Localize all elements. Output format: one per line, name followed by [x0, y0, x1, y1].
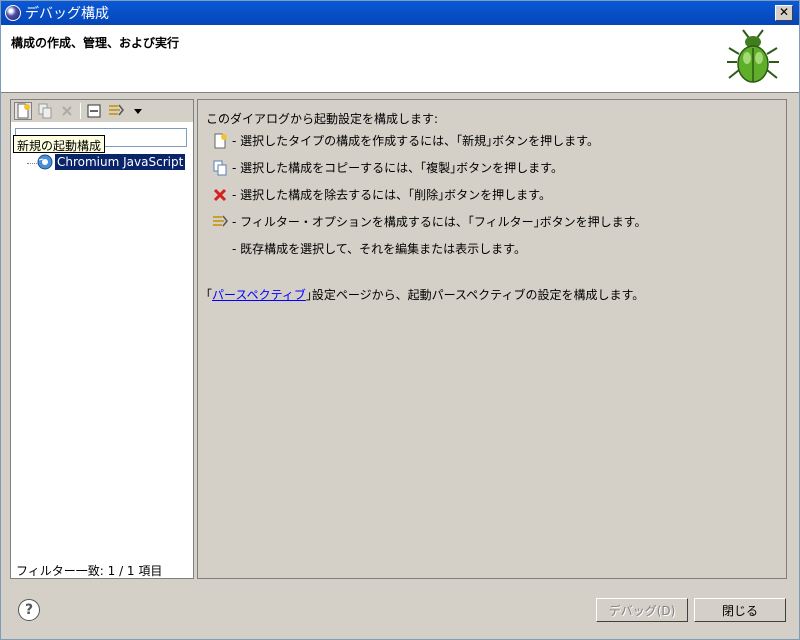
tree-item-label: Chromium JavaScript	[55, 154, 186, 170]
info-item-text: - 選択したタイプの構成を作成するには、｢新規｣ボタンを押します。	[232, 134, 599, 148]
delete-icon	[213, 188, 227, 201]
perspective-line: ｢パースペクティブ｣設定ページから、起動パースペクティブの設定を構成します。	[206, 286, 644, 303]
filter-match-status: フィルター一致: 1 / 1 項目	[16, 564, 163, 578]
delete-button[interactable]	[58, 102, 76, 120]
help-button[interactable]: ?	[18, 599, 40, 621]
collapse-all-button[interactable]	[85, 102, 103, 120]
delete-icon	[62, 106, 72, 116]
chevron-down-icon	[134, 109, 142, 114]
filter-button[interactable]	[107, 102, 125, 120]
perspective-link[interactable]: パースペクティブ	[212, 288, 306, 302]
persp-suffix: ｣設定ページから、起動パースペクティブの設定を構成します。	[305, 288, 645, 302]
filter-icon	[213, 215, 228, 226]
title-bar[interactable]: デバッグ構成 ✕	[1, 1, 799, 25]
collapse-all-icon	[87, 104, 101, 118]
chromium-icon	[37, 154, 53, 170]
info-item-delete: - 選択した構成を除去するには、｢削除｣ボタンを押します。	[212, 186, 551, 203]
info-item-duplicate: - 選択した構成をコピーするには、｢複製｣ボタンを押します。	[212, 159, 563, 176]
info-item-text: - 選択した構成をコピーするには、｢複製｣ボタンを押します。	[232, 161, 563, 175]
close-button[interactable]: 閉じる	[694, 598, 786, 622]
debug-beetle-icon	[727, 29, 779, 83]
duplicate-icon	[38, 103, 52, 119]
tree-toolbar	[11, 100, 193, 122]
info-intro: このダイアログから起動設定を構成します:	[206, 112, 439, 126]
info-item-new: - 選択したタイプの構成を作成するには、｢新規｣ボタンを押します。	[212, 132, 599, 149]
debug-config-dialog: デバッグ構成 ✕ 構成の作成、管理、および実行 フィルター一致: 1 / 1 項…	[0, 0, 800, 640]
info-item-text: - 既存構成を選択して、それを編集または表示します。	[232, 242, 526, 256]
new-config-icon	[17, 103, 30, 119]
view-menu-button[interactable]	[129, 102, 147, 120]
duplicate-button[interactable]	[36, 102, 54, 120]
tree-item-chromium-javascript[interactable]: Chromium JavaScript	[27, 154, 186, 170]
info-item-edit: - 既存構成を選択して、それを編集または表示します。	[212, 240, 526, 257]
duplicate-icon	[213, 160, 227, 175]
dialog-header: 構成の作成、管理、および実行	[1, 25, 799, 93]
info-panel: このダイアログから起動設定を構成します: - 選択したタイプの構成を作成するには…	[197, 99, 787, 579]
debug-button[interactable]: デバッグ(D)	[596, 598, 688, 622]
info-item-filter: - フィルター・オプションを構成するには、｢フィルター｣ボタンを押します。	[212, 213, 646, 230]
window-title: デバッグ構成	[25, 6, 109, 22]
filter-icon	[109, 104, 124, 116]
info-item-text: - 選択した構成を除去するには、｢削除｣ボタンを押します。	[232, 188, 551, 202]
toolbar-separator	[80, 103, 81, 119]
window-close-button[interactable]: ✕	[775, 5, 793, 21]
info-item-text: - フィルター・オプションを構成するには、｢フィルター｣ボタンを押します。	[232, 215, 647, 229]
config-tree-panel: フィルター一致: 1 / 1 項目	[10, 99, 194, 579]
header-title: 構成の作成、管理、および実行	[11, 36, 180, 50]
new-config-button[interactable]	[14, 102, 32, 120]
eclipse-icon	[5, 5, 21, 21]
new-config-tooltip: 新規の起動構成	[13, 135, 106, 153]
new-config-icon	[214, 133, 227, 148]
